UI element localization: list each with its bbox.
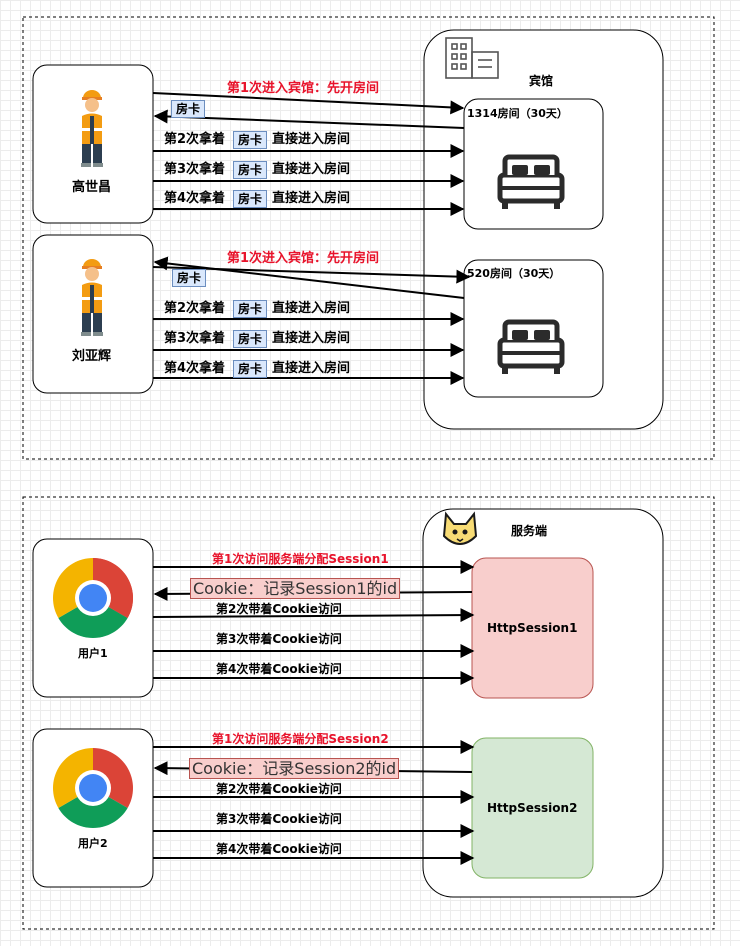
room-card-visit2-2: 房卡	[233, 300, 268, 318]
chrome-icon	[53, 748, 133, 828]
session1-visit2-label: 第2次带着Cookie访问	[216, 602, 342, 616]
visit3-suffix-1: 直接进入房间	[272, 162, 351, 177]
session2-first-visit-label: 第1次访问服务端分配Session2	[212, 732, 389, 746]
session1-label: HttpSession1	[487, 621, 578, 635]
first-visit-label-2: 第1次进入宾馆：先开房间	[227, 251, 380, 266]
session1-cookie-label: Cookie：记录Session1的id	[190, 578, 401, 599]
bed-icon	[497, 319, 565, 374]
session2-visit4-label: 第4次带着Cookie访问	[216, 842, 342, 856]
visit4-suffix-1: 直接进入房间	[272, 191, 351, 206]
visit3-suffix-2: 直接进入房间	[272, 331, 351, 346]
room-card-visit3-1: 房卡	[233, 161, 268, 179]
room1-title: 1314房间（30天）	[467, 107, 568, 120]
visit4-prefix-1: 第4次拿着	[164, 191, 226, 206]
guest2-name: 刘亚辉	[72, 349, 112, 364]
room-card-visit4-1: 房卡	[233, 190, 268, 208]
room2-title: 520房间（30天）	[467, 267, 561, 280]
session2-cookie-label: Cookie：记录Session2的id	[189, 758, 400, 779]
server-title: 服务端	[511, 524, 548, 538]
first-visit-label-1: 第1次进入宾馆：先开房间	[227, 81, 380, 96]
user2-name: 用户2	[78, 837, 108, 850]
chrome-icon	[53, 558, 133, 638]
session1-first-visit-label: 第1次访问服务端分配Session1	[212, 552, 389, 566]
session1-visit3-label: 第3次带着Cookie访问	[216, 632, 342, 646]
visit2-prefix-1: 第2次拿着	[164, 132, 226, 147]
diagram-canvas	[22, 16, 715, 930]
room-card-2: 房卡	[172, 269, 207, 287]
room-card-visit4-2: 房卡	[233, 360, 268, 378]
session2-visit3-label: 第3次带着Cookie访问	[216, 812, 342, 826]
visit3-prefix-2: 第3次拿着	[164, 331, 226, 346]
session2-label: HttpSession2	[487, 801, 578, 815]
visit2-suffix-2: 直接进入房间	[272, 301, 351, 316]
room-card-visit2-1: 房卡	[233, 131, 268, 149]
session2-visit2-label: 第2次带着Cookie访问	[216, 782, 342, 796]
bed-icon	[497, 154, 565, 209]
user1-name: 用户1	[78, 647, 108, 660]
visit2-prefix-2: 第2次拿着	[164, 301, 226, 316]
room-card-visit3-2: 房卡	[233, 330, 268, 348]
guest1-name: 高世昌	[72, 180, 112, 195]
visit4-suffix-2: 直接进入房间	[272, 361, 351, 376]
hotel-title: 宾馆	[529, 74, 554, 88]
visit3-prefix-1: 第3次拿着	[164, 162, 226, 177]
visit4-prefix-2: 第4次拿着	[164, 361, 226, 376]
session1-visit4-label: 第4次带着Cookie访问	[216, 662, 342, 676]
room-card-1: 房卡	[171, 100, 206, 118]
visit2-suffix-1: 直接进入房间	[272, 132, 351, 147]
